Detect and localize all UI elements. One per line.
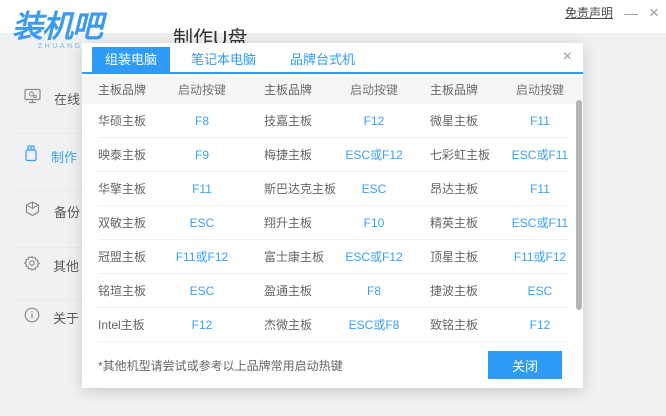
monitor-icon [24,88,41,109]
close-button[interactable]: 关闭 [488,351,562,379]
titlebar-controls: 免责声明 — × [565,4,659,21]
column-header: 启动按键 [158,76,246,104]
sidebar-item-label: 其他 [53,256,79,275]
brand-cell: 技嘉主板 [264,104,312,138]
brand-cell: 铭瑄主板 [98,274,146,308]
boot-key-cell: F8 [328,274,420,308]
boot-key-cell: ESC [492,274,588,308]
sidebar-item-label: 关于 [53,308,79,327]
brand-cell: 斯巴达克主板 [264,172,336,206]
table-row: 冠盟主板F11或F12富士康主板ESC或F12顶星主板F11或F12 [82,240,583,274]
table-row: 华硕主板F8技嘉主板F12微星主板F11 [82,104,583,138]
backup-icon [24,201,41,222]
sidebar-item-label: 在线 [54,89,80,108]
brand-cell: 映泰主板 [98,138,146,172]
boot-key-cell: F12 [158,308,246,342]
brand-cell: 双敏主板 [98,206,146,240]
footer-note: *其他机型请尝试或参考以上品牌常用启动热键 [98,357,343,374]
brand-cell: 梅捷主板 [264,138,312,172]
sidebar-divider [15,247,82,248]
dialog-footer: *其他机型请尝试或参考以上品牌常用启动热键 关闭 [82,342,583,388]
boot-key-cell: ESC或F8 [328,308,420,342]
brand-name: 装机吧 [12,1,107,46]
sidebar-divider [15,300,82,301]
scrollbar-thumb[interactable] [576,100,582,310]
gear-icon [24,255,40,276]
close-icon[interactable]: × [649,6,659,20]
sidebar: 在线制作备份其他关于 [0,0,84,416]
sidebar-divider [15,133,82,134]
brand-cell: 七彩虹主板 [430,138,490,172]
column-header: 启动按键 [492,76,588,104]
column-header: 主板品牌 [264,76,312,104]
boot-key-cell: F11 [492,172,588,206]
boot-key-cell: ESC或F11 [492,206,588,240]
column-header: 启动按键 [328,76,420,104]
boot-key-cell: F8 [158,104,246,138]
brand-cell: 致铭主板 [430,308,478,342]
brand-cell: 顶星主板 [430,240,478,274]
app-window: 装机吧 ZHUANGJIBA 制作U盘 免责声明 — × 在线制作备份其他关于 … [0,0,666,416]
table-row: 双敏主板ESC翔升主板F10精英主板ESC或F11 [82,206,583,240]
sidebar-item-label: 制作 [51,147,77,166]
boot-key-cell: ESC或F12 [328,138,420,172]
boot-key-cell: ESC [158,206,246,240]
tab-笔记本电脑[interactable]: 笔记本电脑 [178,47,269,72]
table-header-row: 主板品牌启动按键主板品牌启动按键主板品牌启动按键 [82,76,583,104]
boot-key-cell: F10 [328,206,420,240]
boot-key-cell: F9 [158,138,246,172]
boot-key-cell: ESC [328,172,420,206]
boot-key-cell: ESC或F12 [328,240,420,274]
boot-key-cell: F11或F12 [492,240,588,274]
boot-key-cell: F12 [328,104,420,138]
brand-cell: 冠盟主板 [98,240,146,274]
dialog-tabbar: 组装电脑笔记本电脑品牌台式机 [82,43,583,74]
brand-cell: Intel主板 [98,308,145,342]
sidebar-divider [15,190,82,191]
tab-组装电脑[interactable]: 组装电脑 [92,47,170,72]
sidebar-item-label: 备份 [54,202,80,221]
boot-key-cell: F12 [492,308,588,342]
brand-cell: 华擎主板 [98,172,146,206]
column-header: 主板品牌 [430,76,478,104]
brand-cell: 华硕主板 [98,104,146,138]
boot-key-cell: F11 [492,104,588,138]
table-row: 华擎主板F11斯巴达克主板ESC昂达主板F11 [82,172,583,206]
table-row: Intel主板F12杰微主板ESC或F8致铭主板F12 [82,308,583,342]
boot-key-cell: F11或F12 [158,240,246,274]
brand-cell: 昂达主板 [430,172,478,206]
boot-key-cell: ESC或F11 [492,138,588,172]
boot-key-cell: ESC [158,274,246,308]
table-row: 映泰主板F9梅捷主板ESC或F12七彩虹主板ESC或F11 [82,138,583,172]
usb-drive-icon [24,145,38,167]
table-row: 铭瑄主板ESC盈通主板F8捷波主板ESC [82,274,583,308]
info-icon [24,307,40,328]
tab-品牌台式机[interactable]: 品牌台式机 [277,47,368,72]
brand-cell: 微星主板 [430,104,478,138]
brand-cell: 杰微主板 [264,308,312,342]
boot-key-cell: F11 [158,172,246,206]
brand-cell: 精英主板 [430,206,478,240]
brand-cell: 盈通主板 [264,274,312,308]
brand-cell: 翔升主板 [264,206,312,240]
brand-cell: 捷波主板 [430,274,478,308]
boot-key-dialog: × 组装电脑笔记本电脑品牌台式机 主板品牌启动按键主板品牌启动按键主板品牌启动按… [82,43,583,388]
table-body: 华硕主板 F8 技嘉主板 F12 微星主板 F11 映泰主板 F9 梅捷主板 ESC或F12 七彩虹… [82,104,583,342]
disclaimer-link[interactable]: 免责声明 [565,4,613,21]
column-header: 主板品牌 [98,76,146,104]
minimize-icon[interactable]: — [624,6,638,20]
dialog-close-icon[interactable]: × [563,48,572,66]
brand-cell: 富士康主板 [264,240,324,274]
